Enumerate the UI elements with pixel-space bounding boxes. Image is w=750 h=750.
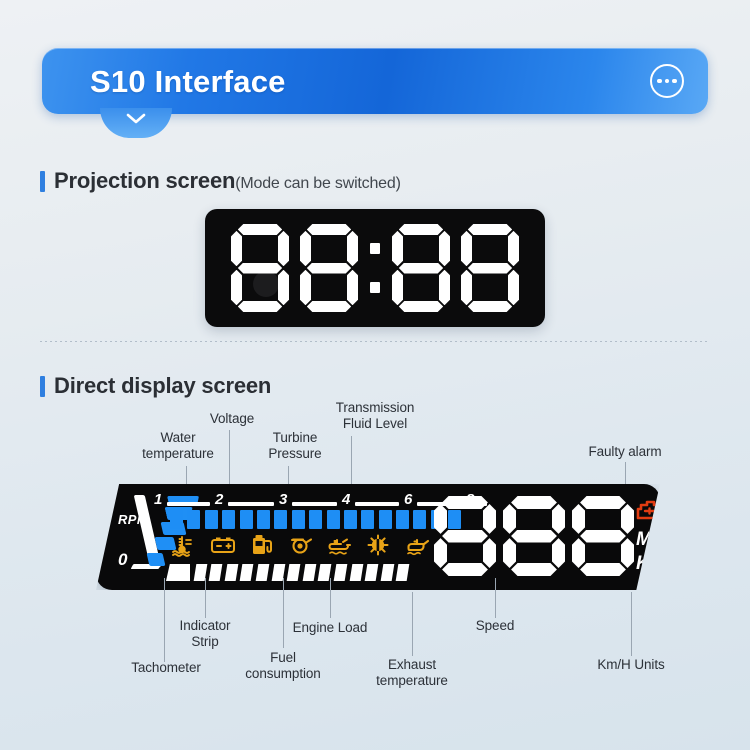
- scale-tick: [355, 502, 399, 506]
- direct-display-panel: RPM 0 1 2 3 4 6 8: [96, 484, 660, 590]
- scale-tick: [228, 502, 274, 506]
- tachometer-bars: [170, 510, 462, 529]
- expand-tab[interactable]: [100, 108, 172, 138]
- callout-speed: Speed: [475, 618, 515, 633]
- header-banner: S10 Interface: [42, 48, 708, 114]
- clock-digit-2: [300, 224, 358, 312]
- speed-display: [434, 496, 634, 576]
- unit-mph: MPH: [636, 529, 680, 550]
- speed-units: MPH Km/H: [636, 528, 687, 576]
- transmission-fluid-icon: [326, 533, 354, 557]
- heading-accent-bar: [40, 170, 45, 192]
- leader-line: [164, 578, 165, 620]
- callout-tachometer: Tachometer: [131, 660, 201, 675]
- callout-turbine-pressure: Turbine Pressure: [268, 430, 322, 461]
- callout-engine-load: Engine Load: [292, 620, 368, 635]
- exhaust-temperature-icon: [365, 533, 393, 557]
- ellipsis-dot: [672, 78, 678, 84]
- clock-colon: [369, 243, 381, 293]
- callout-kmh-units: Km/H Units: [597, 657, 665, 672]
- callout-exhaust-temperature: Exhaust temperature: [376, 657, 448, 688]
- callout-fuel-consumption: Fuel consumption: [245, 650, 321, 681]
- check-engine-icon: [632, 497, 660, 524]
- leader-line: [495, 578, 496, 618]
- rpm-zero-label: 0: [118, 550, 128, 569]
- ellipsis-dot: [656, 78, 662, 84]
- leader-line: [330, 578, 331, 618]
- page-title: S10 Interface: [90, 63, 286, 99]
- callout-indicator-strip: Indicator Strip: [179, 618, 231, 649]
- direct-display-title: Direct display screen: [54, 373, 272, 398]
- leader-line: [164, 620, 165, 662]
- scale-number: 2: [215, 491, 224, 508]
- callout-voltage: Voltage: [209, 411, 255, 426]
- leader-line: [283, 578, 284, 648]
- warning-icon-row: [170, 532, 432, 558]
- speed-digit-2: [503, 496, 565, 576]
- projection-led-display: [205, 209, 545, 327]
- heading-accent-bar: [40, 375, 45, 397]
- scale-tick: [167, 502, 210, 506]
- projection-screen-heading: Projection screen (Mode can be switched): [40, 168, 401, 194]
- section-divider: [40, 341, 710, 342]
- callout-transmission-fluid-level: Transmission Fluid Level: [335, 400, 415, 431]
- battery-icon: [209, 533, 237, 557]
- turbine-pressure-icon: [287, 533, 315, 557]
- leader-line: [631, 592, 632, 656]
- scale-number: 6: [404, 491, 413, 508]
- chevron-down-icon: [126, 113, 146, 124]
- clock-digit-4: [461, 224, 519, 312]
- oil-can-icon: [404, 533, 432, 557]
- leader-line: [412, 592, 413, 656]
- callout-faulty-alarm: Faulty alarm: [588, 444, 662, 459]
- indicator-strip: [166, 564, 410, 581]
- speed-digit-1: [434, 496, 496, 576]
- unit-kmh: Km/H: [636, 553, 687, 574]
- direct-display-heading: Direct display screen: [40, 373, 271, 399]
- leader-line: [205, 578, 206, 618]
- clock-digit-3: [392, 224, 450, 312]
- scale-number: 3: [279, 491, 288, 508]
- ellipsis-icon[interactable]: [650, 64, 684, 98]
- fuel-pump-icon: [248, 533, 276, 557]
- clock-digit-1: [231, 224, 289, 312]
- scale-tick: [292, 502, 337, 506]
- speed-digit-3: [572, 496, 634, 576]
- app-header: S10 Interface: [42, 48, 708, 138]
- water-temperature-icon: [170, 533, 198, 557]
- ellipsis-dot: [664, 78, 670, 84]
- scale-number: 4: [342, 491, 351, 508]
- projection-title: Projection screen: [54, 168, 236, 193]
- scale-number: 1: [154, 491, 163, 508]
- callout-water-temperature: Water temperature: [142, 430, 214, 461]
- projection-note: (Mode can be switched): [235, 175, 401, 192]
